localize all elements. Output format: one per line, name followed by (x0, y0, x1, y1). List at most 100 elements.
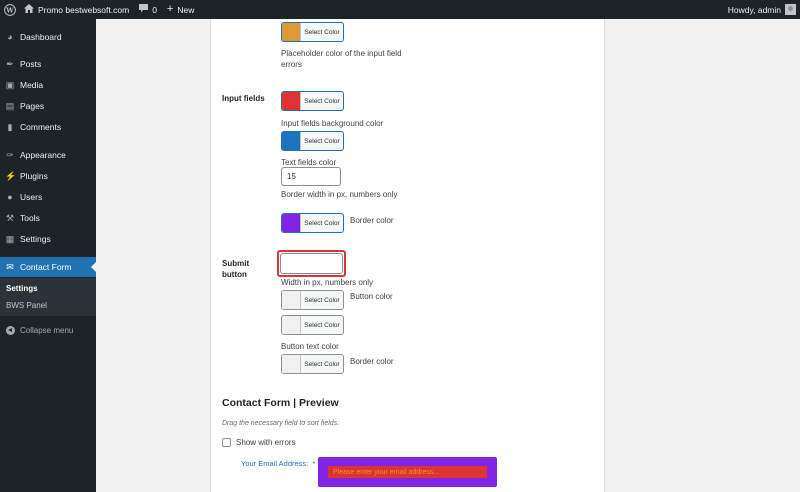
button-color-button[interactable]: Select Color (281, 290, 344, 310)
sidebar-item-dashboard[interactable]: ◕ Dashboard (0, 27, 96, 47)
select-color-label: Select Color (304, 296, 340, 304)
new-label: New (177, 4, 195, 15)
border-color-button[interactable]: Select Color (281, 213, 344, 233)
dashboard-icon: ◕ (7, 32, 13, 42)
users-icon: ● (7, 192, 13, 202)
avatar (785, 4, 796, 15)
submenu-item-bws-panel[interactable]: BWS Panel (6, 301, 47, 310)
sidebar-item-tools[interactable]: ⚒ Tools (0, 208, 96, 228)
sidebar-item-label: Dashboard (20, 32, 62, 42)
placeholder-errors-description: Placeholder color of the input field err… (281, 49, 402, 69)
media-icon: ▣ (5, 80, 15, 90)
border-width-input[interactable]: 15 (281, 167, 341, 186)
new-content-link[interactable]: + New (162, 0, 199, 19)
collapse-menu-button[interactable]: Collapse menu (0, 320, 96, 340)
select-color-label: Select Color (304, 360, 340, 368)
text-fields-color-button[interactable]: Select Color (281, 131, 344, 151)
pages-icon: ▤ (5, 101, 15, 111)
comments-link[interactable]: 0 (134, 0, 162, 19)
color-swatch (282, 316, 301, 334)
email-label-text: Your Email Address: (241, 459, 309, 468)
howdy-text: Howdy, admin (727, 4, 781, 15)
envelope-icon: ✉ (6, 262, 14, 272)
submit-width-input[interactable] (277, 250, 346, 277)
wordpress-logo-icon[interactable]: W (0, 0, 19, 19)
placeholder-errors-color-button[interactable]: Select Color (281, 22, 344, 42)
admin-bar: W Promo bestwebsoft.com 0 + New Howdy, a… (0, 0, 800, 19)
account-menu[interactable]: Howdy, admin (723, 0, 800, 19)
select-color-label: Select Color (304, 28, 340, 36)
sidebar-item-media[interactable]: ▣ Media (0, 75, 96, 95)
border-width-description: Border width in px, numbers only (281, 190, 398, 199)
wrench-icon: ⚒ (5, 213, 15, 223)
color-swatch (282, 355, 301, 373)
sidebar-item-contact-form[interactable]: ✉ Contact Form (0, 257, 96, 277)
sidebar-item-posts[interactable]: ✒ Posts (0, 54, 96, 74)
sidebar-item-label: Users (20, 192, 43, 202)
color-swatch (282, 92, 301, 110)
button-text-color-description: Button text color (281, 342, 339, 351)
border-color-description: Border color (350, 216, 394, 225)
email-preview-input[interactable]: Please enter your email address... (328, 466, 487, 478)
submit-button-label: Submit button (222, 259, 250, 279)
button-color-description: Button color (350, 292, 393, 301)
site-name: Promo bestwebsoft.com (38, 4, 130, 15)
admin-sidebar: ◕ Dashboard ✒ Posts ▣ Media ▤ Pages ▮ Co… (0, 19, 96, 492)
select-color-label: Select Color (304, 321, 340, 329)
submit-width-inner-field (280, 253, 343, 274)
settings-panel: Select Color Placeholder color of the in… (210, 19, 605, 492)
show-errors-option[interactable]: Show with errors (222, 437, 296, 448)
input-bg-description: Input fields background color (281, 119, 384, 128)
brush-icon: ✑ (6, 150, 14, 160)
sidebar-item-settings[interactable]: ▦ Settings (0, 229, 96, 249)
sidebar-item-label: Tools (20, 213, 40, 223)
sidebar-item-label: Media (20, 80, 44, 90)
sidebar-item-appearance[interactable]: ✑ Appearance (0, 145, 96, 165)
sidebar-item-label: Appearance (20, 150, 66, 160)
svg-text:W: W (5, 6, 14, 14)
preview-title: Contact Form | Preview (222, 397, 339, 409)
email-placeholder: Please enter your email address... (333, 468, 440, 476)
sidebar-item-label: Settings (20, 234, 51, 244)
sidebar-item-label: Pages (20, 101, 45, 111)
collapse-arrow-icon (6, 325, 15, 335)
input-bg-color-button[interactable]: Select Color (281, 91, 344, 111)
color-swatch (282, 23, 301, 41)
site-name-link[interactable]: Promo bestwebsoft.com (19, 0, 134, 19)
border-width-value: 15 (287, 172, 296, 181)
input-fields-label: Input fields (222, 94, 265, 103)
plugin-icon: ⚡ (5, 171, 17, 181)
email-field-label: Your Email Address: * (241, 459, 315, 468)
color-swatch (282, 291, 301, 309)
collapse-menu-label: Collapse menu (20, 325, 74, 335)
comments-icon: ▮ (7, 122, 13, 132)
select-color-label: Select Color (304, 137, 340, 145)
button-border-color-description: Border color (350, 357, 394, 366)
show-errors-label: Show with errors (236, 438, 296, 447)
home-icon (24, 4, 34, 15)
select-color-label: Select Color (304, 97, 340, 105)
sidebar-item-label: Contact Form (20, 262, 72, 272)
pin-icon: ✒ (6, 59, 14, 69)
submenu-item-settings[interactable]: Settings (6, 284, 38, 293)
comments-count: 0 (152, 4, 157, 15)
sidebar-item-plugins[interactable]: ⚡ Plugins (0, 166, 96, 186)
color-swatch (282, 214, 301, 232)
sidebar-item-pages[interactable]: ▤ Pages (0, 96, 96, 116)
submit-width-description: Width in px, numbers only (281, 278, 374, 287)
select-color-label: Select Color (304, 219, 340, 227)
settings-icon: ▦ (5, 234, 15, 244)
color-swatch (282, 132, 301, 150)
plus-icon: + (166, 3, 174, 15)
show-errors-checkbox[interactable] (222, 438, 231, 447)
sidebar-item-label: Comments (20, 122, 62, 132)
sidebar-item-label: Plugins (20, 171, 48, 181)
sidebar-item-comments[interactable]: ▮ Comments (0, 117, 96, 137)
comment-bubble-icon (139, 4, 149, 15)
required-mark: * (312, 459, 316, 468)
button-text-color-button[interactable]: Select Color (281, 315, 344, 335)
sidebar-item-label: Posts (20, 59, 42, 69)
contact-form-submenu: Settings BWS Panel (0, 278, 96, 316)
sidebar-item-users[interactable]: ● Users (0, 187, 96, 207)
button-border-color-button[interactable]: Select Color (281, 354, 344, 374)
